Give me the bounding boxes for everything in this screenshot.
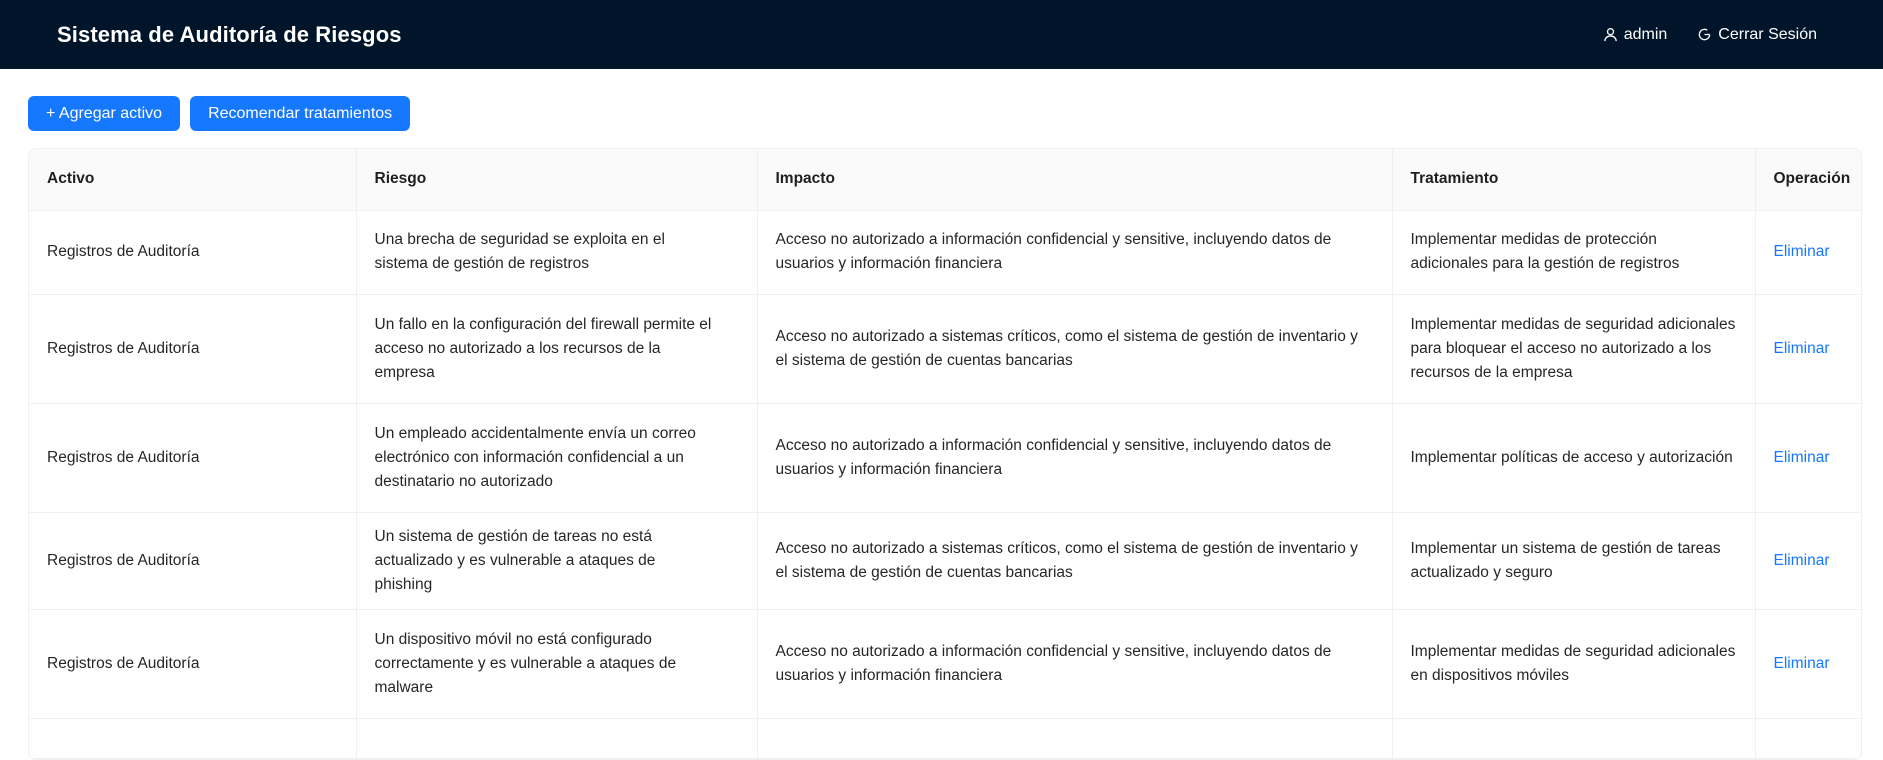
cell-riesgo: Un sistema de gestión de tareas no está … [356,512,758,610]
cell-empty [356,718,758,759]
table-row: Registros de Auditoría Un fallo en la co… [29,294,1861,404]
cell-activo: Registros de Auditoría [29,210,357,295]
cell-riesgo-text: Un sistema de gestión de tareas no está … [374,527,656,593]
cell-impacto: Acceso no autorizado a sistemas críticos… [757,294,1393,404]
delete-link[interactable]: Eliminar [1774,243,1830,260]
cell-empty [29,718,357,759]
cell-impacto: Acceso no autorizado a información confi… [757,403,1393,513]
recommend-treatments-button[interactable]: Recomendar tratamientos [190,96,411,131]
toolbar: + Agregar activo Recomendar tratamientos [28,96,411,131]
table-row: Registros de Auditoría Un empleado accid… [29,403,1861,513]
delete-link[interactable]: Eliminar [1774,552,1830,569]
cell-tratamiento: Implementar medidas de seguridad adicion… [1392,609,1756,719]
user-icon [1603,27,1618,42]
column-header-operacion[interactable]: Operación [1755,149,1861,211]
cell-empty [1392,718,1756,759]
risk-table: Activo Riesgo Impacto Tratamiento Operac… [28,148,1862,760]
column-header-tratamiento[interactable]: Tratamiento [1392,149,1756,211]
cell-riesgo: Un dispositivo móvil no está configurado… [356,609,758,719]
cell-impacto: Acceso no autorizado a sistemas críticos… [757,512,1393,610]
logout-icon [1697,27,1712,42]
top-header: Sistema de Auditoría de Riesgos admin Ce… [0,0,1883,69]
user-menu[interactable]: admin [1603,25,1668,44]
delete-link[interactable]: Eliminar [1774,449,1830,466]
cell-riesgo-text: Un fallo en la configuración del firewal… [374,315,712,381]
delete-link[interactable]: Eliminar [1774,340,1830,357]
cell-tratamiento: Implementar medidas de protección adicio… [1392,210,1756,295]
cell-operacion: Eliminar [1755,403,1861,513]
cell-tratamiento: Implementar un sistema de gestión de tar… [1392,512,1756,610]
cell-riesgo-text: Un empleado accidentalmente envía un cor… [374,424,696,490]
table-row: Registros de Auditoría Una brecha de seg… [29,210,1861,295]
cell-empty [1755,718,1861,759]
table-row: Registros de Auditoría Un sistema de ges… [29,512,1861,610]
cell-riesgo: Un fallo en la configuración del firewal… [356,294,758,404]
cell-riesgo-text: Una brecha de seguridad se exploita en e… [374,231,665,272]
cell-activo: Registros de Auditoría [29,512,357,610]
table-row [29,718,1861,759]
cell-riesgo: Una brecha de seguridad se exploita en e… [356,210,758,295]
app-title: Sistema de Auditoría de Riesgos [57,21,402,47]
cell-activo: Registros de Auditoría [29,403,357,513]
cell-tratamiento: Implementar políticas de acceso y autori… [1392,403,1756,513]
column-header-riesgo[interactable]: Riesgo [356,149,758,211]
cell-operacion: Eliminar [1755,294,1861,404]
table-row: Registros de Auditoría Un dispositivo mó… [29,609,1861,719]
cell-riesgo: Un empleado accidentalmente envía un cor… [356,403,758,513]
logout-button[interactable]: Cerrar Sesión [1697,26,1817,44]
cell-activo: Registros de Auditoría [29,294,357,404]
cell-operacion: Eliminar [1755,210,1861,295]
column-header-activo[interactable]: Activo [29,149,357,211]
column-header-impacto[interactable]: Impacto [757,149,1393,211]
cell-impacto: Acceso no autorizado a información confi… [757,609,1393,719]
table-header-row: Activo Riesgo Impacto Tratamiento Operac… [29,149,1861,211]
header-actions: admin Cerrar Sesión [1603,0,1817,69]
cell-empty [757,718,1393,759]
risk-table-grid: Activo Riesgo Impacto Tratamiento Operac… [29,149,1861,759]
cell-operacion: Eliminar [1755,512,1861,610]
cell-riesgo-text: Un dispositivo móvil no está configurado… [374,630,677,696]
cell-impacto: Acceso no autorizado a información confi… [757,210,1393,295]
cell-activo: Registros de Auditoría [29,609,357,719]
delete-link[interactable]: Eliminar [1774,655,1830,672]
user-label: admin [1623,25,1668,43]
logout-label: Cerrar Sesión [1718,25,1817,43]
add-asset-button[interactable]: + Agregar activo [28,96,181,131]
cell-tratamiento: Implementar medidas de seguridad adicion… [1392,294,1756,404]
cell-operacion: Eliminar [1755,609,1861,719]
